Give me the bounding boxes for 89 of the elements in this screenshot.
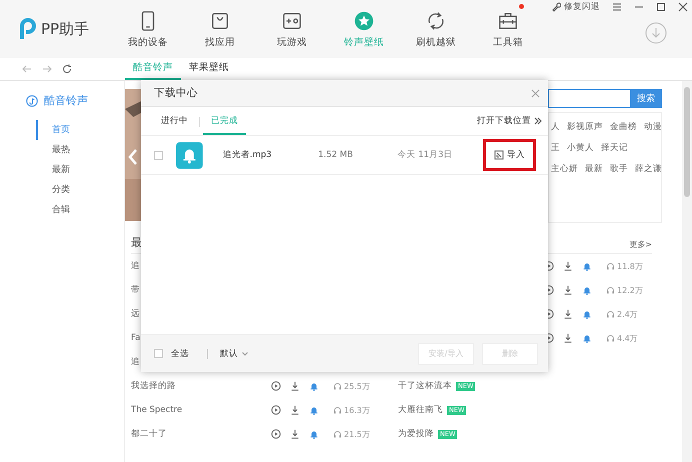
caret-icon: [242, 352, 248, 356]
song-title[interactable]: 为爱投降: [398, 428, 434, 440]
app-name: PP助手: [41, 20, 90, 38]
play-icon[interactable]: [271, 381, 281, 391]
tag-link[interactable]: 主心妍: [551, 163, 578, 175]
nav-tab[interactable]: 工具箱: [472, 0, 544, 58]
play-count: 4.4万: [617, 332, 638, 344]
bell-icon[interactable]: [582, 309, 592, 319]
download-icon[interactable]: [563, 333, 573, 343]
play-count: 25.5万: [344, 380, 370, 392]
headphones-icon: [606, 310, 615, 318]
bell-icon[interactable]: [309, 429, 319, 439]
nav-tab[interactable]: 我的设备: [112, 0, 184, 58]
tag-link[interactable]: 择天记: [601, 142, 628, 154]
nav-tab[interactable]: 找应用: [184, 0, 256, 58]
sidebar-item[interactable]: 最热: [36, 140, 124, 160]
nav-tab[interactable]: 刷机越狱: [400, 0, 472, 58]
bell-icon[interactable]: [582, 333, 592, 343]
download-icon[interactable]: [563, 261, 573, 271]
tag-link[interactable]: 金曲榜: [610, 121, 637, 133]
download-icon[interactable]: [290, 429, 300, 439]
sidebar-item[interactable]: 最新: [36, 160, 124, 180]
download-icon[interactable]: [563, 309, 573, 319]
repair-button[interactable]: 修复闪退: [551, 1, 600, 13]
file-date: 今天 11月3日: [398, 149, 454, 161]
dialog-tab[interactable]: 进行中: [153, 115, 196, 135]
import-button[interactable]: 导入: [483, 139, 536, 171]
tag-link[interactable]: 动漫: [644, 121, 662, 133]
tag-link[interactable]: 王: [551, 142, 560, 154]
file-size: 1.52 MB: [318, 150, 354, 160]
play-count: 12.2万: [617, 284, 643, 296]
checkbox[interactable]: [154, 349, 163, 358]
sidebar-item[interactable]: 分类: [36, 180, 124, 200]
play-icon[interactable]: [271, 429, 281, 439]
sidebar-title: 酷音铃声: [44, 93, 88, 108]
double-chevron-icon: [534, 117, 542, 125]
tag-link[interactable]: 最新: [585, 163, 603, 175]
song-title[interactable]: 大雁往南飞: [398, 404, 443, 416]
search-field[interactable]: [548, 89, 630, 108]
bell-app-icon: [176, 142, 203, 168]
play-icon[interactable]: [271, 405, 281, 415]
scrollbar-thumb[interactable]: [684, 87, 690, 197]
play-count: 11.8万: [617, 260, 643, 272]
play-count: 21.5万: [344, 428, 370, 440]
headphones-icon: [606, 262, 615, 270]
sort-dropdown[interactable]: 默认: [220, 348, 248, 360]
nav-tab[interactable]: 玩游戏: [256, 0, 328, 58]
tag-link[interactable]: 小黄人: [567, 142, 594, 154]
tag-link[interactable]: 影视原声: [567, 121, 603, 133]
dialog-title: 下载中心: [154, 86, 198, 100]
headphones-icon: [333, 406, 342, 414]
wrench-icon: [551, 2, 561, 12]
bell-icon[interactable]: [582, 261, 592, 271]
close-icon[interactable]: [678, 2, 688, 12]
search-button[interactable]: 搜索: [630, 89, 662, 108]
headphones-icon: [333, 382, 342, 390]
tag-link[interactable]: 歌手: [610, 163, 628, 175]
file-name: 追光者.mp3: [222, 149, 273, 161]
tag-link[interactable]: 薛之谦: [635, 163, 662, 175]
bell-icon[interactable]: [309, 381, 319, 391]
music-disc-icon: [26, 94, 38, 106]
logo-icon: [18, 18, 38, 40]
maximize-icon[interactable]: [656, 2, 666, 12]
song-title[interactable]: 我选择的路: [131, 380, 271, 392]
song-title[interactable]: The Spectre: [131, 405, 271, 415]
download-icon[interactable]: [563, 285, 573, 295]
tag-link[interactable]: 人: [551, 121, 560, 133]
select-all-label[interactable]: 全选: [171, 348, 189, 360]
section-title: 最: [131, 235, 142, 250]
menu-icon[interactable]: [612, 2, 622, 12]
bell-icon[interactable]: [309, 405, 319, 415]
refresh-icon[interactable]: [62, 64, 72, 74]
headphones-icon: [606, 286, 615, 294]
headphones-icon: [606, 334, 615, 342]
open-location-link[interactable]: 打开下载位置: [477, 115, 531, 127]
bell-icon[interactable]: [582, 285, 592, 295]
checkbox[interactable]: [154, 150, 163, 160]
song-title[interactable]: 干了这杯流本: [398, 380, 452, 392]
carousel-prev-icon[interactable]: [128, 149, 138, 165]
download-icon[interactable]: [290, 405, 300, 415]
play-count: 16.3万: [344, 404, 370, 416]
play-count: 2.4万: [617, 308, 638, 320]
download-icon[interactable]: [290, 381, 300, 391]
song-title[interactable]: 都二十了: [131, 428, 271, 440]
sub-tab[interactable]: 苹果壁纸: [181, 61, 237, 80]
import-icon: [494, 150, 504, 160]
sidebar-item[interactable]: 合辑: [36, 200, 124, 220]
headphones-icon: [333, 430, 342, 438]
more-link[interactable]: 更多>: [629, 239, 652, 250]
